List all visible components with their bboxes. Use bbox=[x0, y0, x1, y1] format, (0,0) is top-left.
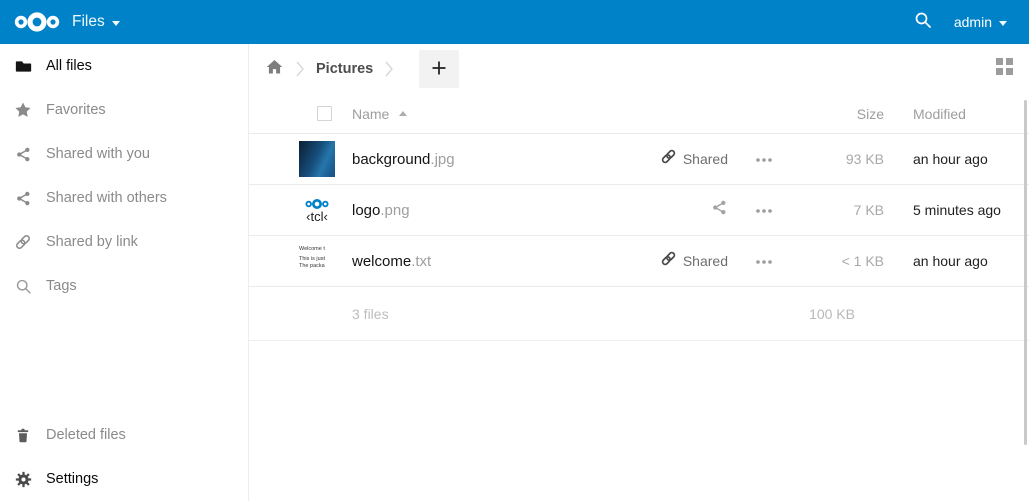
sidebar-item-shared-with-you[interactable]: Shared with you bbox=[0, 132, 248, 176]
file-size: < 1 KB bbox=[789, 253, 884, 269]
file-row-background-jpg[interactable]: background.jpg Shared bbox=[249, 134, 1029, 185]
nextcloud-logo-icon[interactable] bbox=[12, 9, 62, 35]
more-dots-icon bbox=[755, 201, 773, 219]
thumbnail-text-line: The packa bbox=[299, 263, 335, 270]
sidebar-item-label: Tags bbox=[46, 278, 77, 294]
file-thumbnail: Welcome t This is just The packa bbox=[299, 243, 335, 279]
shared-link-button[interactable]: Shared bbox=[660, 148, 728, 170]
share-status-label: Shared bbox=[683, 253, 728, 269]
file-size: 7 KB bbox=[789, 202, 884, 218]
summary-file-count: 3 files bbox=[352, 306, 389, 322]
sidebar-item-label: Favorites bbox=[46, 102, 106, 118]
more-dots-icon bbox=[755, 252, 773, 270]
files-main-area: Pictures Name bbox=[249, 44, 1029, 501]
column-header-name[interactable]: Name bbox=[352, 106, 407, 122]
thumbnail-text: ‹tcl‹ bbox=[306, 211, 328, 223]
link-icon bbox=[660, 250, 677, 272]
sidebar-item-label: Settings bbox=[46, 471, 98, 487]
scrollbar[interactable] bbox=[1024, 100, 1027, 445]
sidebar-item-all-files[interactable]: All files bbox=[0, 44, 248, 88]
sidebar-item-shared-with-others[interactable]: Shared with others bbox=[0, 176, 248, 220]
sidebar: All files Favorites Shared with you bbox=[0, 44, 249, 501]
share-button[interactable] bbox=[711, 199, 728, 221]
share-icon bbox=[14, 145, 32, 163]
file-modified: an hour ago bbox=[913, 151, 1029, 167]
app-menu-files[interactable]: Files bbox=[72, 13, 120, 31]
file-name[interactable]: background.jpg bbox=[352, 151, 455, 168]
sidebar-item-label: Deleted files bbox=[46, 427, 126, 443]
file-modified: an hour ago bbox=[913, 253, 1029, 269]
search-button[interactable] bbox=[906, 5, 940, 39]
file-thumbnail: ‹tcl‹ bbox=[299, 192, 335, 228]
grid-view-toggle[interactable] bbox=[996, 58, 1013, 75]
sort-ascending-icon bbox=[399, 111, 407, 116]
column-header-size[interactable]: Size bbox=[789, 106, 884, 122]
sidebar-item-shared-by-link[interactable]: Shared by link bbox=[0, 220, 248, 264]
breadcrumb-bar: Pictures bbox=[249, 44, 1029, 94]
grid-icon bbox=[996, 58, 1003, 65]
user-menu[interactable]: admin bbox=[954, 14, 1007, 30]
share-icon bbox=[711, 199, 728, 221]
link-icon bbox=[14, 233, 32, 251]
file-row-logo-png[interactable]: ‹tcl‹ logo.png bbox=[249, 185, 1029, 236]
filelist-summary: 3 files 100 KB bbox=[249, 287, 1029, 341]
app-title: Files bbox=[72, 13, 105, 31]
summary-total-size: 100 KB bbox=[760, 306, 855, 322]
share-status-label: Shared bbox=[683, 151, 728, 167]
gear-icon bbox=[14, 470, 32, 488]
trash-icon bbox=[14, 426, 32, 444]
file-actions-menu-button[interactable] bbox=[755, 252, 773, 270]
file-row-welcome-txt[interactable]: Welcome t This is just The packa welcome… bbox=[249, 236, 1029, 287]
star-icon bbox=[14, 101, 32, 119]
file-actions-menu-button[interactable] bbox=[755, 150, 773, 168]
sidebar-item-favorites[interactable]: Favorites bbox=[0, 88, 248, 132]
sidebar-item-tags[interactable]: Tags bbox=[0, 264, 248, 308]
file-name[interactable]: welcome.txt bbox=[352, 253, 431, 270]
select-all-checkbox[interactable] bbox=[317, 106, 332, 121]
top-header-bar: Files admin bbox=[0, 0, 1029, 44]
sidebar-item-deleted-files[interactable]: Deleted files bbox=[0, 413, 248, 457]
file-thumbnail bbox=[299, 141, 335, 177]
search-icon bbox=[914, 11, 932, 34]
new-file-button[interactable] bbox=[419, 50, 459, 88]
link-icon bbox=[660, 148, 677, 170]
thumbnail-text-line: Welcome t bbox=[299, 246, 335, 252]
sidebar-item-settings[interactable]: Settings bbox=[0, 457, 248, 501]
sidebar-item-label: Shared by link bbox=[46, 234, 138, 250]
shared-link-button[interactable]: Shared bbox=[660, 250, 728, 272]
user-name: admin bbox=[954, 14, 992, 30]
file-name[interactable]: logo.png bbox=[352, 202, 410, 219]
folder-icon bbox=[14, 57, 32, 75]
chevron-down-icon bbox=[999, 21, 1007, 26]
sidebar-spacer bbox=[0, 308, 248, 413]
sidebar-item-label: Shared with you bbox=[46, 146, 150, 162]
share-icon bbox=[14, 189, 32, 207]
breadcrumb-home[interactable] bbox=[264, 59, 284, 79]
filelist-header: Name Size Modified bbox=[249, 94, 1029, 134]
column-header-modified[interactable]: Modified bbox=[913, 106, 1029, 122]
file-modified: 5 minutes ago bbox=[913, 202, 1029, 218]
magnify-icon bbox=[14, 277, 32, 295]
more-dots-icon bbox=[755, 150, 773, 168]
file-size: 93 KB bbox=[789, 151, 884, 167]
breadcrumb-separator-icon bbox=[385, 60, 393, 78]
chevron-down-icon bbox=[112, 21, 120, 26]
home-icon bbox=[265, 58, 284, 81]
sidebar-item-label: Shared with others bbox=[46, 190, 167, 206]
file-actions-menu-button[interactable] bbox=[755, 201, 773, 219]
plus-icon bbox=[431, 60, 447, 79]
breadcrumb-separator-icon bbox=[296, 60, 304, 78]
breadcrumb-current-folder[interactable]: Pictures bbox=[316, 61, 373, 77]
sidebar-item-label: All files bbox=[46, 58, 92, 74]
